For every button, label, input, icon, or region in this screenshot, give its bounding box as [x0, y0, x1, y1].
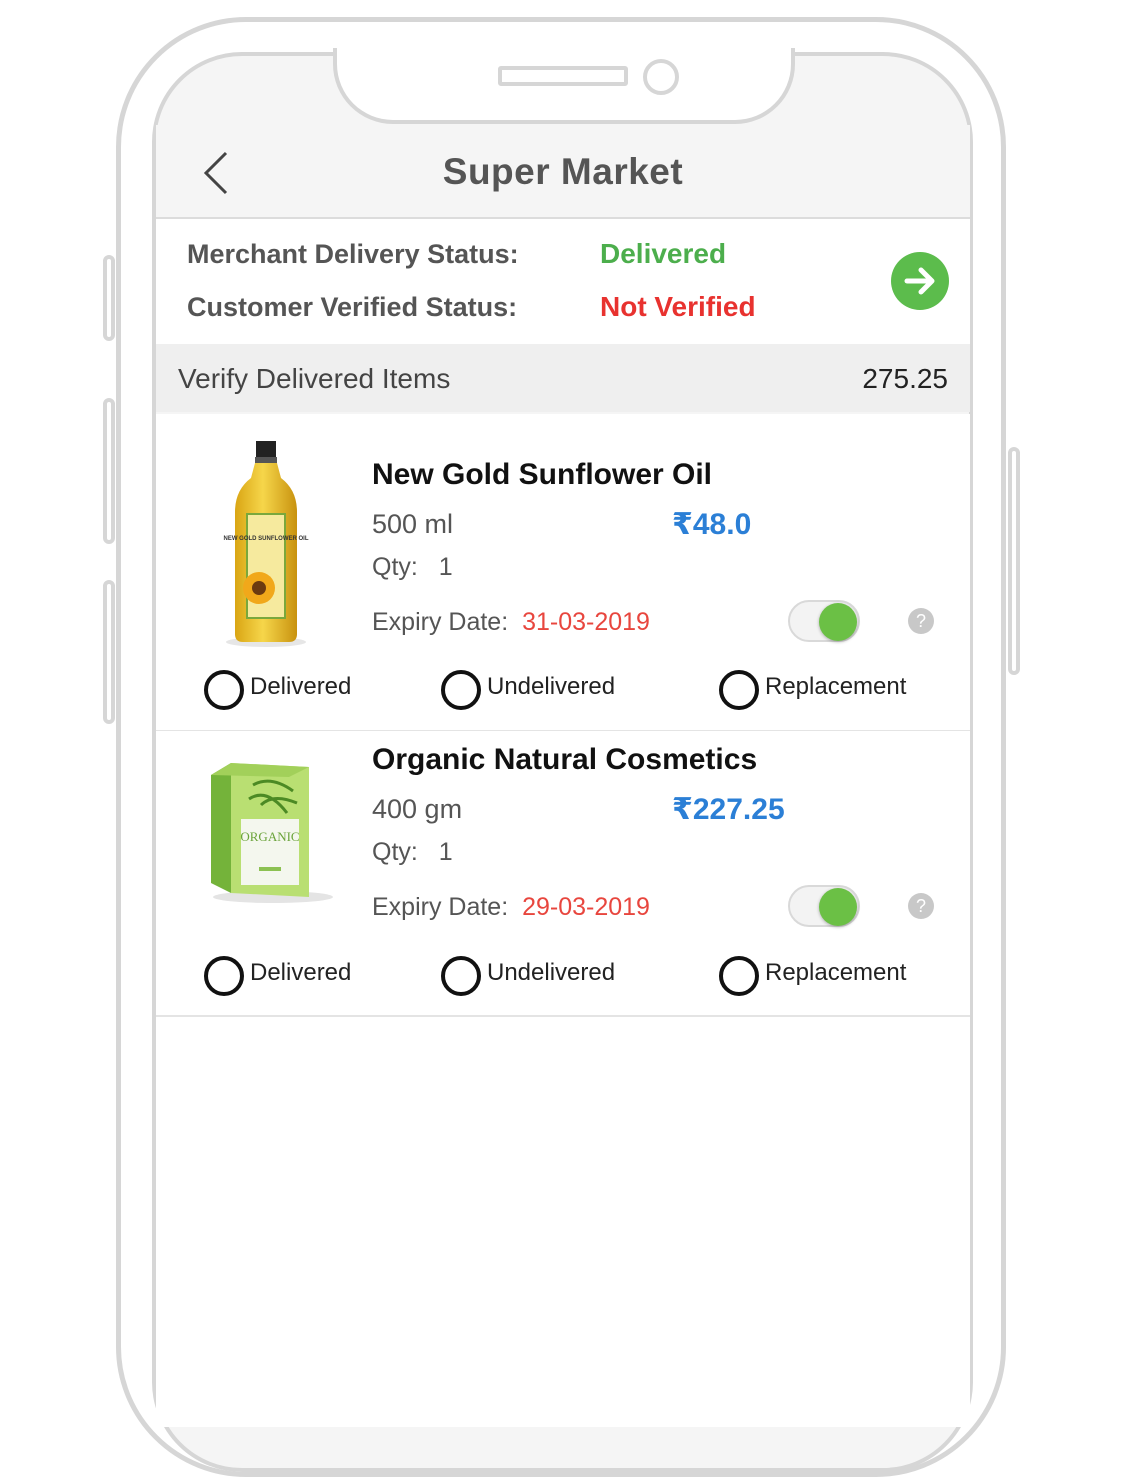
- empty-list-area: [156, 1017, 970, 1427]
- radio-icon: [441, 670, 481, 710]
- verify-toggle[interactable]: [788, 885, 860, 927]
- order-total: 275.25: [862, 363, 948, 394]
- qty-label: Qty:: [372, 553, 418, 581]
- front-camera: [643, 59, 679, 95]
- merchant-status-value: Delivered: [600, 238, 727, 269]
- qty-value: 1: [438, 553, 453, 581]
- radio-label: Undelivered: [487, 959, 616, 986]
- radio-icon: [204, 956, 244, 996]
- radio-undelivered[interactable]: Undelivered: [441, 670, 641, 710]
- arrow-right-circle-icon[interactable]: [891, 252, 949, 310]
- product-label-text: ORGANIC: [240, 829, 299, 844]
- expiry-label: Expiry Date:: [372, 608, 509, 636]
- radio-icon: [719, 956, 759, 996]
- radio-icon: [204, 670, 244, 710]
- expiry-label: Expiry Date:: [372, 893, 509, 921]
- nav-header: Super Market: [156, 125, 970, 219]
- list-item: NEW GOLD SUNFLOWER OIL New Gold Sunflowe…: [156, 414, 970, 732]
- speaker-grille: [498, 66, 628, 86]
- phone-silent-switch: [103, 255, 115, 341]
- list-item: ORGANIC Organic Natural Cosmetics 400 gm…: [156, 731, 970, 1017]
- phone-notch: [333, 48, 795, 124]
- page-title: Super Market: [442, 151, 684, 192]
- product-image-cosmetics: ORGANIC: [201, 755, 341, 905]
- product-qty: Qty: 1: [372, 553, 453, 582]
- phone-volume-down: [103, 580, 115, 724]
- radio-icon: [719, 670, 759, 710]
- app-screen: Super Market Merchant Delivery Status: D…: [156, 125, 970, 1427]
- expiry-date: 29-03-2019: [522, 893, 650, 921]
- radio-label: Delivered: [250, 959, 352, 986]
- back-chevron-icon[interactable]: [202, 151, 232, 195]
- toggle-knob: [819, 888, 857, 926]
- section-title: Verify Delivered Items: [178, 363, 451, 394]
- product-expiry: Expiry Date: 29-03-2019: [372, 893, 650, 922]
- radio-label: Delivered: [250, 673, 352, 700]
- qty-value: 1: [438, 838, 453, 866]
- verify-items-header: Verify Delivered Items 275.25: [156, 344, 970, 412]
- product-price: ₹48.0: [672, 508, 752, 541]
- product-name: Organic Natural Cosmetics: [372, 743, 758, 776]
- product-size: 400 gm: [372, 794, 463, 824]
- product-size: 500 ml: [372, 509, 454, 539]
- verify-toggle[interactable]: [788, 600, 860, 642]
- radio-icon: [441, 956, 481, 996]
- qty-label: Qty:: [372, 838, 418, 866]
- customer-status-label: Customer Verified Status:: [187, 292, 518, 322]
- radio-replacement[interactable]: Replacement: [719, 670, 929, 710]
- radio-label: Replacement: [765, 959, 907, 986]
- toggle-knob: [819, 603, 857, 641]
- radio-delivered[interactable]: Delivered: [204, 670, 374, 710]
- product-qty: Qty: 1: [372, 838, 453, 867]
- phone-power-button: [1008, 447, 1020, 675]
- expiry-date: 31-03-2019: [522, 608, 650, 636]
- help-icon[interactable]: ?: [908, 893, 934, 919]
- product-label-text: NEW GOLD SUNFLOWER OIL: [224, 536, 309, 542]
- delivery-status-panel: Merchant Delivery Status: Delivered Cust…: [156, 219, 970, 344]
- phone-volume-up: [103, 398, 115, 544]
- product-expiry: Expiry Date: 31-03-2019: [372, 608, 650, 637]
- product-price: ₹227.25: [672, 793, 785, 826]
- customer-status-value: Not Verified: [600, 291, 756, 322]
- radio-label: Replacement: [765, 673, 907, 700]
- radio-delivered[interactable]: Delivered: [204, 956, 374, 996]
- radio-undelivered[interactable]: Undelivered: [441, 956, 641, 996]
- radio-replacement[interactable]: Replacement: [719, 956, 929, 996]
- product-name: New Gold Sunflower Oil: [372, 458, 713, 491]
- product-image-oil: NEW GOLD SUNFLOWER OIL: [201, 438, 331, 648]
- merchant-status-label: Merchant Delivery Status:: [187, 239, 519, 269]
- radio-label: Undelivered: [487, 673, 616, 700]
- help-icon[interactable]: ?: [908, 608, 934, 634]
